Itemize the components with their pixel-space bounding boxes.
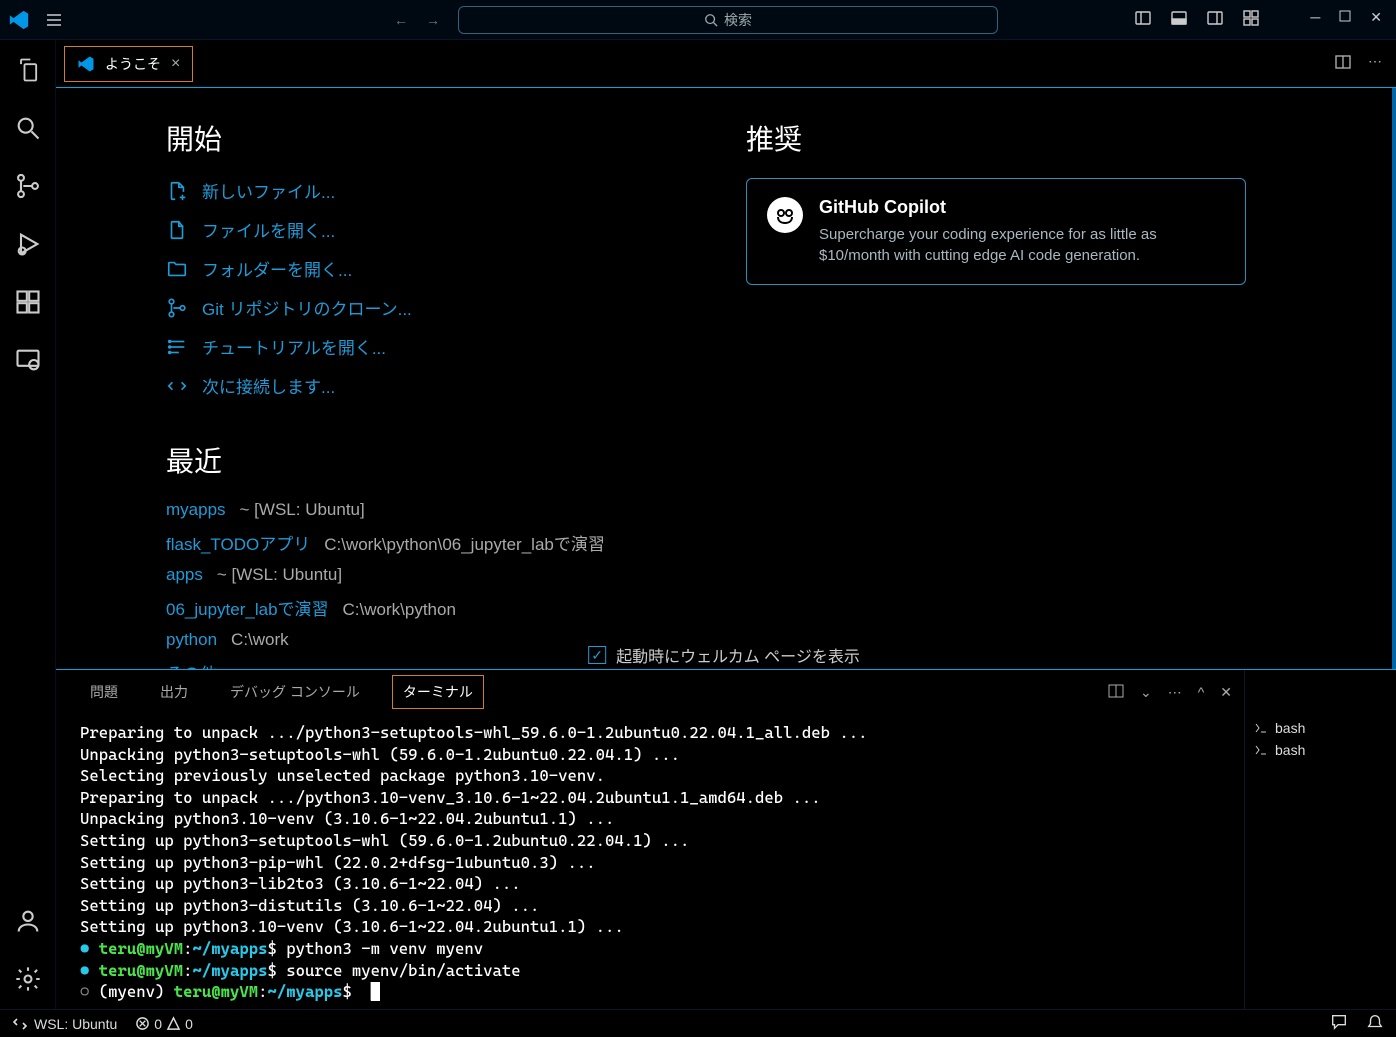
layout-panel-icon[interactable]	[1170, 9, 1188, 30]
layout-sidebar-left-icon[interactable]	[1134, 9, 1152, 30]
terminal-list: bash bash	[1244, 670, 1396, 1009]
terminal-instance[interactable]: bash	[1253, 720, 1388, 736]
start-new-file[interactable]: 新しいファイル...	[166, 178, 726, 203]
recent-item[interactable]: flask_TODOアプリC:\work\python\06_jupyter_l…	[166, 530, 726, 555]
search-placeholder: 検索	[724, 10, 752, 30]
run-debug-icon[interactable]	[12, 228, 44, 260]
start-clone-git[interactable]: Git リポジトリのクローン...	[166, 295, 726, 320]
accounts-icon[interactable]	[12, 905, 44, 937]
start-connect-remote[interactable]: 次に接続します...	[166, 373, 726, 398]
close-icon[interactable]: ✕	[1370, 9, 1382, 30]
panel-tabs: 問題 出力 デバッグ コンソール ターミナル ⌄ ⋯ ^ ✕	[80, 670, 1232, 714]
recent-item[interactable]: apps~ [WSL: Ubuntu]	[166, 565, 726, 585]
recent-heading: 最近	[166, 440, 726, 480]
activity-bar	[0, 40, 56, 1009]
copilot-icon	[767, 197, 803, 233]
close-panel-icon[interactable]: ✕	[1220, 684, 1232, 701]
start-open-file[interactable]: ファイルを開く...	[166, 217, 726, 242]
editor-tab-bar: ようこそ × ⋯	[56, 40, 1396, 88]
notifications-icon[interactable]	[1366, 1013, 1384, 1034]
panel-tab-problems[interactable]: 問題	[80, 676, 128, 708]
terminal-dropdown-icon[interactable]: ⌄	[1140, 684, 1152, 701]
extensions-icon[interactable]	[12, 286, 44, 318]
copilot-title: GitHub Copilot	[819, 197, 1225, 218]
start-open-folder[interactable]: フォルダーを開く...	[166, 256, 726, 281]
customize-layout-icon[interactable]	[1242, 9, 1260, 30]
copilot-card[interactable]: GitHub Copilot Supercharge your coding e…	[746, 178, 1246, 285]
remote-indicator[interactable]: WSL: Ubuntu	[12, 1016, 117, 1032]
recent-item[interactable]: myapps~ [WSL: Ubuntu]	[166, 500, 726, 520]
panel-tab-debug-console[interactable]: デバッグ コンソール	[220, 676, 370, 708]
settings-gear-icon[interactable]	[12, 963, 44, 995]
explorer-icon[interactable]	[12, 54, 44, 86]
welcome-editor: 開始 新しいファイル... ファイルを開く... フォルダーを開く... Git…	[56, 88, 1396, 669]
minimize-icon[interactable]: ─	[1310, 9, 1320, 30]
show-on-startup-checkbox[interactable]: ✓ 起動時にウェルカム ページを表示	[588, 643, 860, 667]
terminal-instance[interactable]: bash	[1253, 742, 1388, 758]
status-bar: WSL: Ubuntu 0 0	[0, 1009, 1396, 1037]
bottom-panel: 問題 出力 デバッグ コンソール ターミナル ⌄ ⋯ ^ ✕ Preparing…	[56, 669, 1396, 1009]
remote-explorer-icon[interactable]	[12, 344, 44, 376]
more-icon[interactable]: ⋯	[1168, 684, 1182, 701]
maximize-panel-icon[interactable]: ^	[1198, 684, 1205, 700]
panel-tab-terminal[interactable]: ターミナル	[392, 675, 484, 709]
recent-item[interactable]: 06_jupyter_labで演習C:\work\python	[166, 595, 726, 620]
command-center-search[interactable]: 検索	[458, 6, 998, 34]
more-actions-icon[interactable]: ⋯	[1368, 53, 1382, 74]
start-heading: 開始	[166, 118, 726, 158]
title-bar: ← → 検索 ─ ✕	[0, 0, 1396, 40]
feedback-icon[interactable]	[1330, 1013, 1348, 1034]
panel-tab-output[interactable]: 出力	[150, 676, 198, 708]
nav-forward-icon[interactable]: →	[426, 12, 440, 28]
nav-back-icon[interactable]: ←	[394, 12, 408, 28]
recommended-heading: 推奨	[746, 118, 1246, 158]
search-icon[interactable]	[12, 112, 44, 144]
tab-close-icon[interactable]: ×	[171, 55, 180, 73]
terminal-content[interactable]: Preparing to unpack .../python3-setuptoo…	[80, 714, 1232, 1009]
tab-label: ようこそ	[105, 54, 161, 74]
split-editor-icon[interactable]	[1334, 53, 1352, 74]
copilot-desc: Supercharge your coding experience for a…	[819, 224, 1225, 266]
status-problems[interactable]: 0 0	[135, 1016, 193, 1032]
vscode-logo-icon	[4, 9, 34, 31]
start-open-tutorial[interactable]: チュートリアルを開く...	[166, 334, 726, 359]
layout-sidebar-right-icon[interactable]	[1206, 9, 1224, 30]
menu-icon[interactable]	[34, 11, 74, 29]
maximize-icon[interactable]	[1338, 9, 1352, 30]
tab-welcome[interactable]: ようこそ ×	[64, 46, 193, 82]
checkbox-icon[interactable]: ✓	[588, 646, 606, 664]
split-terminal-icon[interactable]	[1108, 683, 1124, 702]
source-control-icon[interactable]	[12, 170, 44, 202]
